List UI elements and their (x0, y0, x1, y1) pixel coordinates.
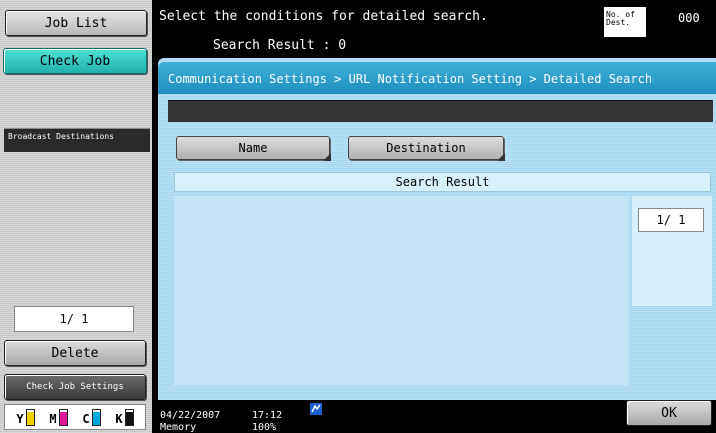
result-page-indicator: 1/ 1 (638, 208, 704, 232)
search-result-value: 0 (338, 38, 347, 53)
destination-search-button[interactable]: Destination (348, 136, 505, 161)
toner-k: K (115, 408, 134, 426)
status-bar: 04/22/2007 17:12 Memory 100% OK (158, 400, 716, 433)
search-input[interactable] (168, 100, 713, 122)
breadcrumb: Communication Settings > URL Notificatio… (158, 62, 716, 94)
main-panel: Communication Settings > URL Notificatio… (158, 58, 716, 400)
network-status-icon (310, 403, 322, 415)
search-result-header: Search Result (174, 172, 711, 192)
toner-k-fill (125, 411, 133, 425)
instruction-message: Select the conditions for detailed searc… (159, 9, 488, 24)
memory-label: Memory (160, 422, 197, 433)
memory-value: 100% (252, 422, 277, 433)
toner-k-bar (124, 408, 134, 426)
dest-count-value: 000 (678, 11, 700, 25)
toner-y: Y (16, 408, 35, 426)
left-panel: Job List Check Job Broadcast Destination… (0, 0, 152, 433)
job-list-button[interactable]: Job List (5, 10, 147, 36)
toner-m: M (49, 408, 68, 426)
result-pager: 1/ 1 (632, 196, 712, 306)
toner-c-bar (91, 408, 101, 426)
delete-button[interactable]: Delete (4, 340, 146, 366)
search-result-list (174, 196, 629, 386)
toner-y-label: Y (16, 411, 24, 426)
ok-button[interactable]: OK (626, 400, 712, 426)
status-time: 17:12 (252, 410, 283, 421)
status-date: 04/22/2007 (160, 410, 221, 421)
check-job-settings-button[interactable]: Check Job Settings (4, 374, 146, 400)
toner-m-fill (59, 411, 67, 425)
toner-c: C (82, 408, 101, 426)
toner-c-label: C (82, 411, 90, 426)
toner-c-fill (92, 411, 100, 425)
message-area: Select the conditions for detailed searc… (158, 0, 716, 58)
check-job-button[interactable]: Check Job (3, 48, 147, 74)
name-search-button[interactable]: Name (176, 136, 331, 161)
toner-m-bar (58, 408, 68, 426)
search-result-label: Search Result : (213, 38, 331, 53)
left-page-indicator: 1/ 1 (14, 306, 134, 332)
dest-count-label: No. of Dest. (604, 7, 646, 37)
toner-y-fill (26, 411, 34, 425)
broadcast-destinations-tab[interactable]: Broadcast Destinations (4, 128, 150, 152)
search-result-count: Search Result : 0 (213, 38, 346, 53)
toner-levels: Y M C K (4, 404, 146, 430)
toner-k-label: K (115, 411, 123, 426)
toner-m-label: M (49, 411, 57, 426)
toner-y-bar (25, 408, 35, 426)
